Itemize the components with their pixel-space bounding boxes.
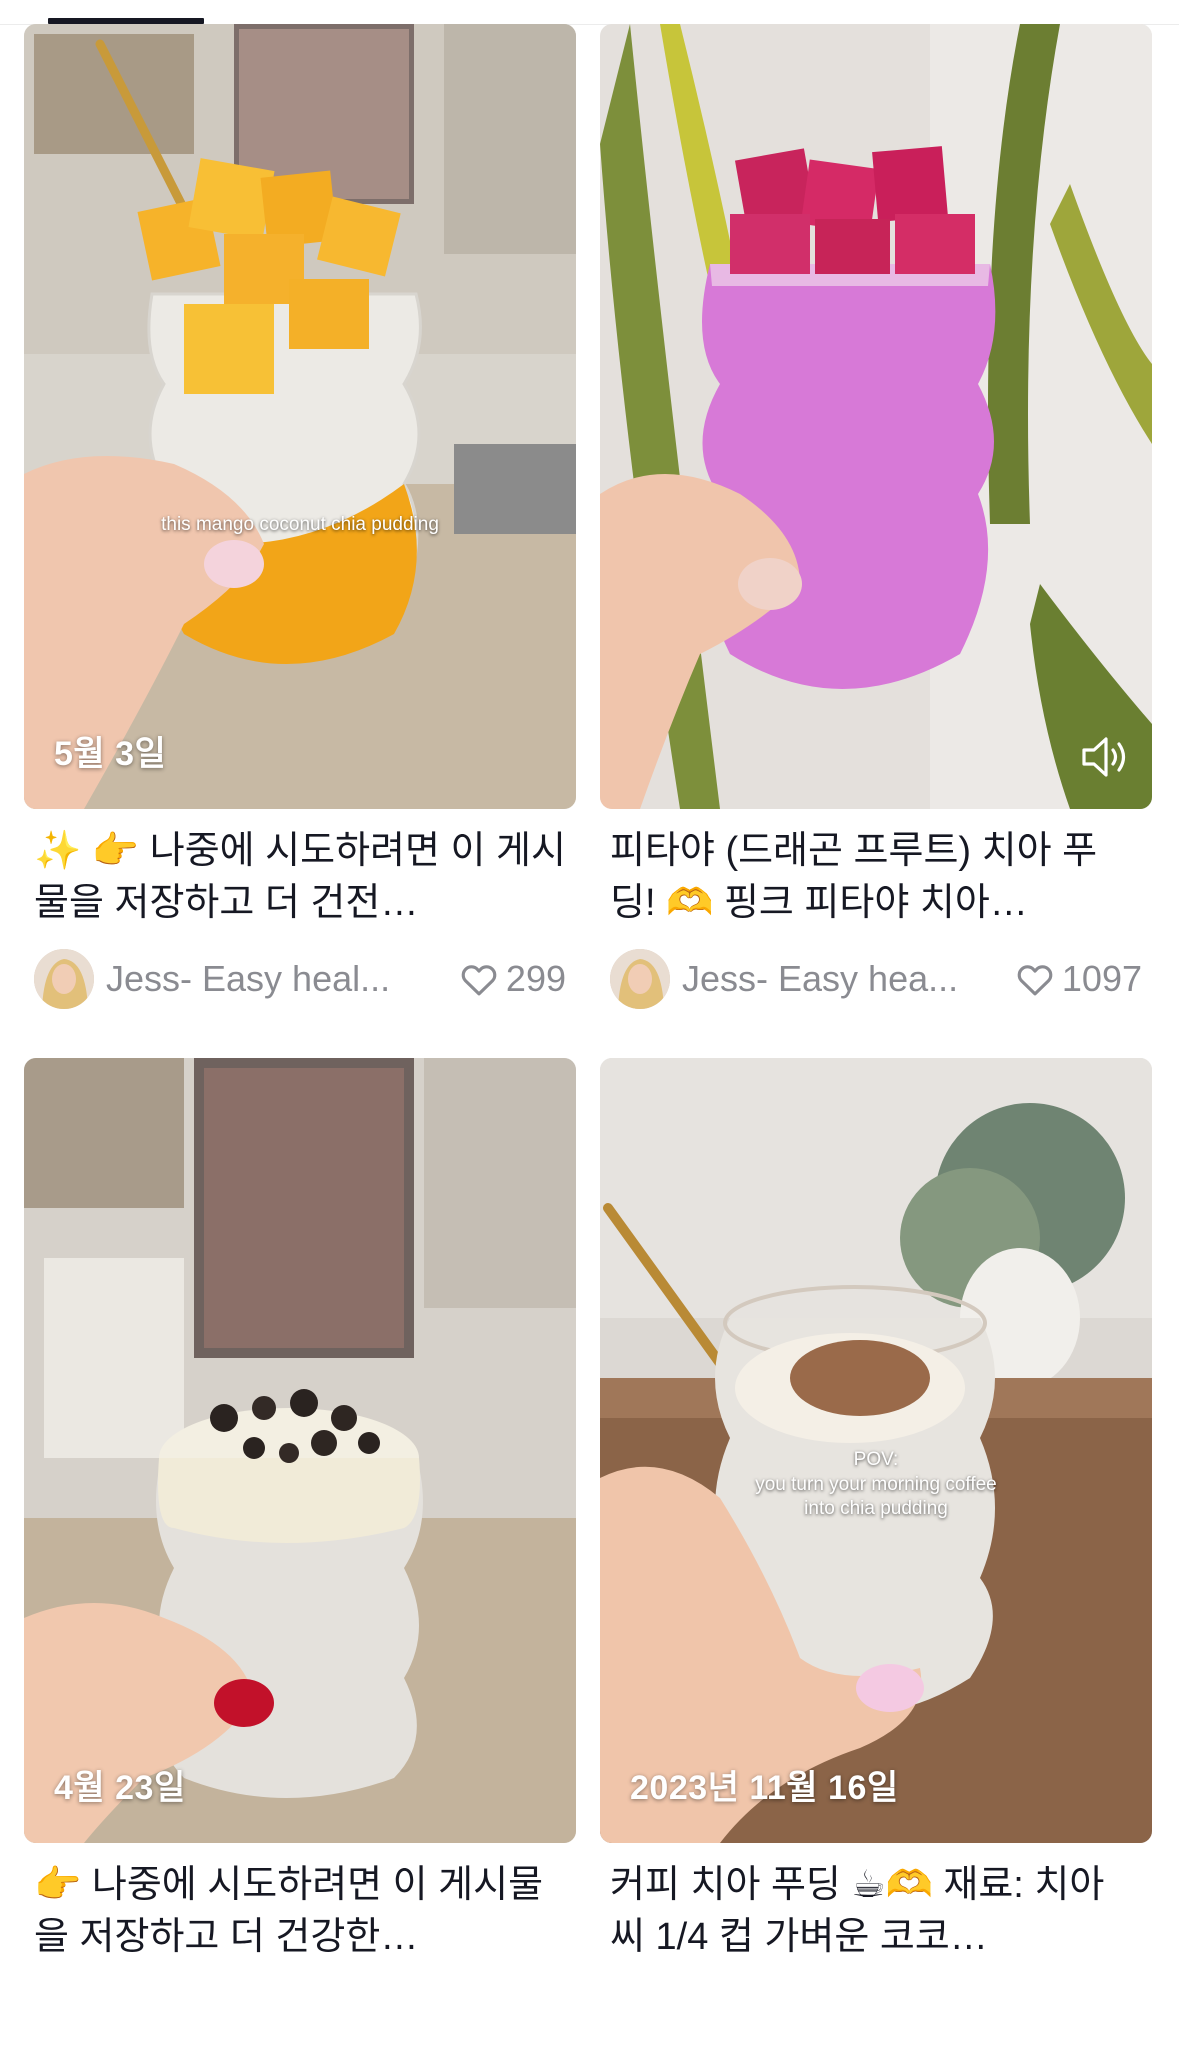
sound-icon[interactable] [1078, 731, 1130, 783]
video-thumbnail[interactable]: POV: you turn your morning coffee into c… [600, 1058, 1152, 1843]
video-card[interactable]: POV: you turn your morning coffee into c… [600, 1058, 1152, 2045]
post-date: 5월 3일 [54, 735, 167, 773]
card-meta [34, 1981, 566, 2045]
card-meta: Jess- Easy heal... 299 [34, 947, 566, 1011]
dragon-fruit-chia-pudding-image [600, 24, 1152, 809]
avatar[interactable] [610, 949, 670, 1009]
like-count[interactable]: 1097 [1014, 958, 1142, 1000]
like-count-value: 1097 [1061, 958, 1142, 999]
mango-chia-pudding-image [24, 24, 576, 809]
avatar[interactable] [34, 949, 94, 1009]
video-thumbnail[interactable]: this mango coconut chia pudding 5월 3일 [24, 24, 576, 809]
card-meta [610, 1981, 1142, 2045]
heart-icon [1017, 965, 1053, 996]
video-thumbnail[interactable] [600, 24, 1152, 809]
video-card[interactable]: 4월 23일 👉 나중에 시도하려면 이 게시물을 저장하고 더 건강한… [24, 1058, 576, 2045]
cookies-cream-chia-pudding-image [24, 1058, 576, 1843]
heart-icon [461, 965, 497, 996]
video-thumbnail[interactable]: 4월 23일 [24, 1058, 576, 1843]
like-count[interactable]: 299 [458, 958, 566, 1000]
author-name[interactable]: Jess- Easy hea... [682, 958, 982, 1000]
video-caption-overlay: this mango coconut chia pudding [161, 514, 439, 535]
video-title[interactable]: 커피 치아 푸딩 ☕🫶 재료: 치아 씨 1/4 컵 가벼운 코코… [610, 1859, 1142, 1963]
video-title[interactable]: 피타야 (드래곤 프루트) 치아 푸딩! 🫶 핑크 피타야 치아… [610, 825, 1142, 929]
post-date: 2023년 11월 16일 [630, 1769, 899, 1807]
video-title[interactable]: ✨ 👉 나중에 시도하려면 이 게시물을 저장하고 더 건전… [34, 825, 566, 929]
video-card[interactable]: 피타야 (드래곤 프루트) 치아 푸딩! 🫶 핑크 피타야 치아… Jess- … [600, 24, 1152, 1011]
card-meta: Jess- Easy hea... 1097 [610, 947, 1142, 1011]
post-date: 4월 23일 [54, 1769, 186, 1807]
like-count-value: 299 [505, 958, 566, 999]
video-card[interactable]: this mango coconut chia pudding 5월 3일 ✨ … [24, 24, 576, 1011]
author-name[interactable]: Jess- Easy heal... [106, 958, 406, 1000]
video-caption-overlay: POV: you turn your morning coffee into c… [755, 1449, 997, 1520]
video-title[interactable]: 👉 나중에 시도하려면 이 게시물을 저장하고 더 건강한… [34, 1859, 566, 1963]
